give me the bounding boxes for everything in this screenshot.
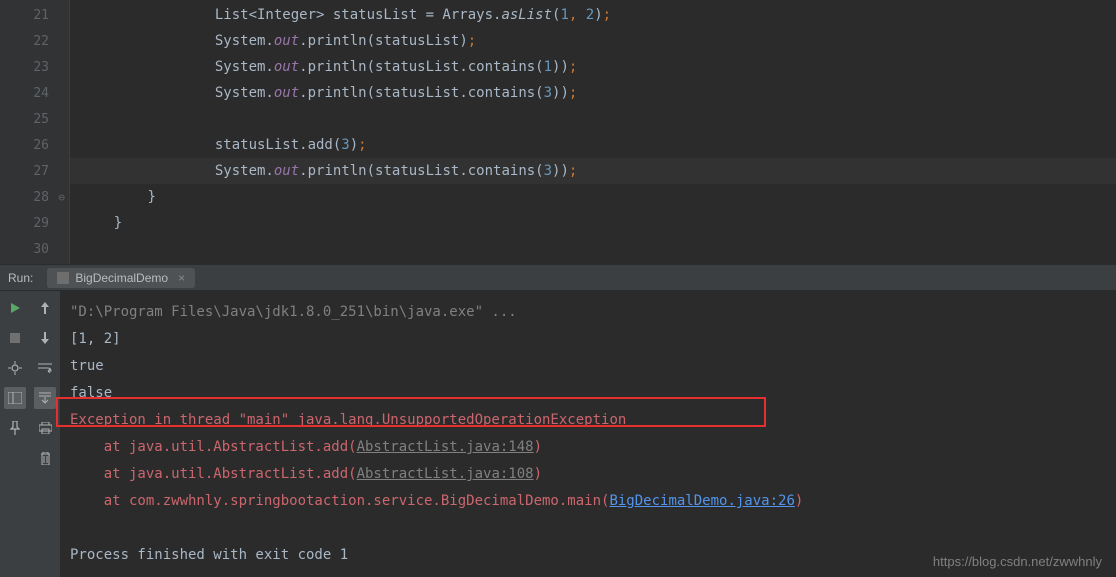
rerun-button[interactable] [4,297,26,319]
run-tab-label: BigDecimalDemo [75,271,168,285]
line-number: 27 [0,158,69,184]
line-number: 22 [0,28,69,54]
layout-button[interactable] [4,387,26,409]
console-stdout: [1, 2] [70,326,1106,353]
code-line: List<Integer> statusList = Arrays.asList… [70,2,1116,28]
stacktrace-link[interactable]: AbstractList.java:108 [357,461,534,488]
trash-button[interactable] [34,447,56,469]
line-number: 23 [0,54,69,80]
code-line [70,106,1116,132]
console-stdout: false [70,380,1106,407]
console-stacktrace: at java.util.AbstractList.add(AbstractLi… [70,461,1106,488]
line-number: 28⊖ [0,184,69,210]
stacktrace-link[interactable]: BigDecimalDemo.java:26 [609,488,794,515]
run-label: Run: [8,271,33,285]
line-number: 21 [0,2,69,28]
code-line: } [70,184,1116,210]
down-arrow-icon[interactable] [34,327,56,349]
debug-button[interactable] [4,357,26,379]
run-toolbar-right [30,291,60,577]
close-icon[interactable]: × [178,271,185,285]
console-stdout: true [70,353,1106,380]
line-number: 26 [0,132,69,158]
console-output[interactable]: "D:\Program Files\Java\jdk1.8.0_251\bin\… [60,291,1116,577]
stacktrace-link[interactable]: AbstractList.java:148 [357,434,534,461]
code-line-current: System.out.println(statusList.contains(3… [70,158,1116,184]
code-area[interactable]: List<Integer> statusList = Arrays.asList… [70,0,1116,264]
code-line: System.out.println(statusList.contains(1… [70,54,1116,80]
watermark: https://blog.csdn.net/zwwhnly [933,554,1102,569]
run-config-icon [57,272,69,284]
up-arrow-icon[interactable] [34,297,56,319]
pin-button[interactable] [4,417,26,439]
console-container: "D:\Program Files\Java\jdk1.8.0_251\bin\… [0,291,1116,577]
line-number: 25 [0,106,69,132]
line-number: 30 [0,236,69,262]
run-toolbar-left [0,291,30,577]
code-line: System.out.println(statusList.contains(3… [70,80,1116,106]
editor-gutter: 21 22 23 24 25 26 27 28⊖ 29 30 [0,0,70,264]
stop-button[interactable] [4,327,26,349]
line-number: 29 [0,210,69,236]
console-exception: Exception in thread "main" java.lang.Uns… [70,407,1106,434]
code-line: System.out.println(statusList); [70,28,1116,54]
console-empty [70,515,1106,542]
scroll-to-end-button[interactable] [34,387,56,409]
editor-pane: 21 22 23 24 25 26 27 28⊖ 29 30 List<Inte… [0,0,1116,264]
run-panel-header: Run: BigDecimalDemo × [0,264,1116,291]
line-number: 24 [0,80,69,106]
print-button[interactable] [34,417,56,439]
console-stacktrace: at java.util.AbstractList.add(AbstractLi… [70,434,1106,461]
code-line [70,236,1116,262]
run-tab[interactable]: BigDecimalDemo × [47,268,195,288]
fold-icon[interactable]: ⊖ [58,191,65,204]
console-command: "D:\Program Files\Java\jdk1.8.0_251\bin\… [70,299,1106,326]
code-line: statusList.add(3); [70,132,1116,158]
console-stacktrace: at com.zwwhnly.springbootaction.service.… [70,488,1106,515]
soft-wrap-button[interactable] [34,357,56,379]
code-line: } [70,210,1116,236]
